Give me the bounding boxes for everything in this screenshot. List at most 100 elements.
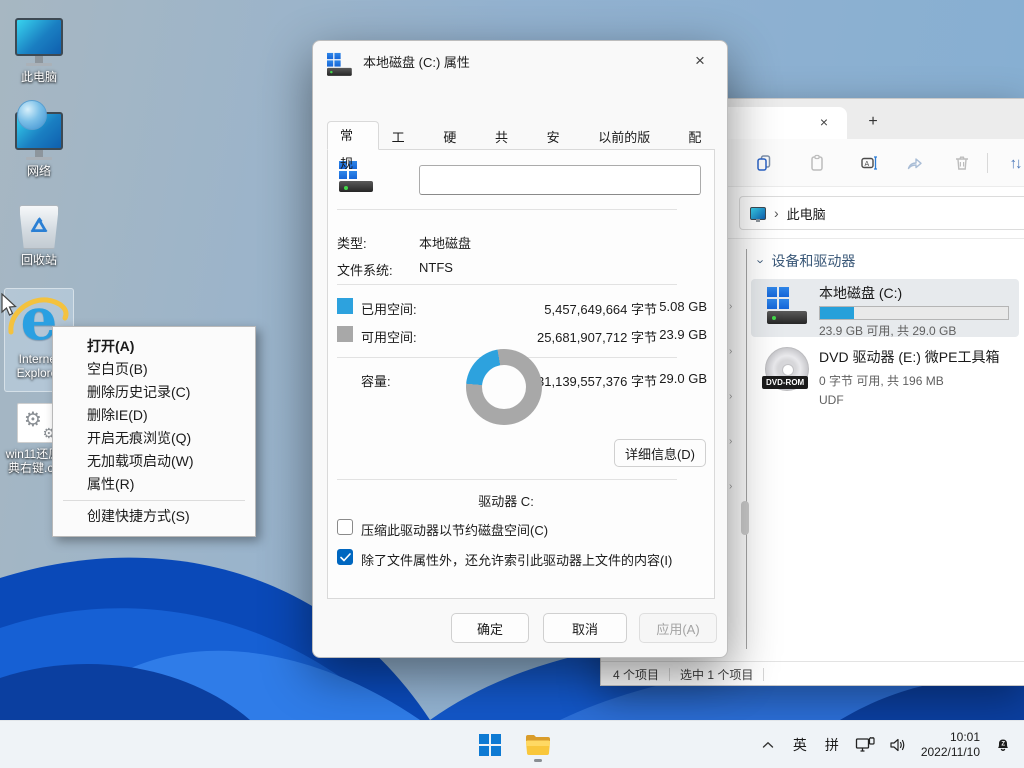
tree-expand-icon[interactable]: ›	[729, 301, 732, 312]
menu-item-delete-history[interactable]: 删除历史记录(C)	[53, 381, 255, 404]
index-checkbox[interactable]	[337, 549, 353, 565]
mouse-cursor	[0, 293, 18, 319]
breadcrumb[interactable]: 此电脑	[787, 204, 826, 223]
dvd-rom-badge: DVD-ROM	[762, 376, 808, 389]
desktop-icon-network[interactable]: 网络	[0, 112, 78, 178]
delete-icon	[952, 153, 972, 173]
menu-item-delete-ie[interactable]: 删除IE(D)	[53, 404, 255, 427]
tab-previous-versions[interactable]: 以前的版本	[585, 124, 675, 150]
tree-expand-icon[interactable]: ›	[729, 346, 732, 357]
sort-button[interactable]: ↑↓	[997, 145, 1024, 181]
dialog-title: 本地磁盘 (C:) 属性	[363, 52, 685, 71]
capacity-bar	[819, 306, 1009, 320]
used-space-bytes: 5,457,649,664 字节	[507, 299, 657, 318]
paste-icon	[807, 153, 827, 173]
filesystem-value: NTFS	[419, 260, 453, 275]
breadcrumb-chevron-icon: ›	[774, 205, 779, 221]
dialog-drive-icon	[327, 53, 343, 69]
dialog-titlebar[interactable]: 本地磁盘 (C:) 属性 ×	[313, 41, 727, 81]
windows-logo-icon	[479, 734, 501, 756]
share-button[interactable]	[896, 145, 932, 181]
desktop-icon-this-pc[interactable]: 此电脑	[0, 18, 78, 84]
used-space-size: 5.08 GB	[647, 299, 707, 314]
volume-label-input[interactable]	[419, 165, 701, 195]
check-icon	[340, 553, 351, 562]
separator	[337, 209, 677, 210]
free-space-bytes: 25,681,907,712 字节	[507, 327, 657, 346]
details-button[interactable]: 详细信息(D)	[614, 439, 706, 467]
dvd-drive-item[interactable]: DVD-ROM DVD 驱动器 (E:) 微PE工具箱 0 字节 可用, 共 1…	[751, 345, 1019, 407]
tab-general[interactable]: 常规	[327, 121, 379, 150]
tab-hardware[interactable]: 硬件	[430, 124, 482, 150]
nav-scrollbar[interactable]	[746, 249, 747, 649]
address-bar[interactable]: › 此电脑	[739, 196, 1024, 230]
collapse-chevron-icon[interactable]: ›	[754, 259, 769, 263]
this-pc-mini-icon	[750, 207, 766, 220]
language-indicator[interactable]: 英	[787, 725, 813, 765]
taskbar-explorer-button[interactable]	[518, 725, 558, 765]
apply-button[interactable]: 应用(A)	[639, 613, 717, 643]
notification-button[interactable]: Z	[990, 725, 1016, 765]
share-icon	[904, 153, 924, 173]
cancel-button[interactable]: 取消	[543, 613, 627, 643]
menu-item-create-shortcut[interactable]: 创建快捷方式(S)	[53, 505, 255, 528]
menu-item-properties[interactable]: 属性(R)	[53, 473, 255, 496]
tab-sharing[interactable]: 共享	[482, 124, 534, 150]
network-button[interactable]	[851, 725, 879, 765]
tree-expand-icon[interactable]: ›	[729, 391, 732, 402]
nav-scrollbar-thumb[interactable]	[741, 501, 749, 535]
type-value: 本地磁盘	[419, 233, 471, 252]
tray-chevron-button[interactable]	[755, 725, 781, 765]
delete-button[interactable]	[944, 145, 980, 181]
tab-close-icon[interactable]: ×	[815, 114, 833, 132]
compress-checkbox[interactable]	[337, 519, 353, 535]
menu-item-blank-page[interactable]: 空白页(B)	[53, 358, 255, 381]
used-space-swatch	[337, 298, 353, 314]
rename-icon: A	[859, 153, 879, 173]
tree-expand-icon[interactable]: ›	[729, 481, 732, 492]
desktop-icon-label: 此电脑	[0, 70, 78, 84]
copy-button[interactable]	[746, 145, 782, 181]
ethernet-icon	[855, 737, 875, 753]
start-button[interactable]	[470, 725, 510, 765]
tab-security[interactable]: 安全	[534, 124, 586, 150]
capacity-label: 容量:	[361, 371, 391, 390]
desktop-icon-label: 网络	[0, 164, 78, 178]
chevron-up-icon	[762, 741, 774, 749]
item-count: 4 个项目	[613, 666, 659, 683]
index-checkbox-label[interactable]: 除了文件属性外，还允许索引此驱动器上文件的内容(I)	[361, 550, 672, 569]
svg-text:Z: Z	[1001, 742, 1005, 748]
free-space-swatch	[337, 326, 353, 342]
status-divider	[669, 668, 670, 681]
status-bar: 4 个项目 选中 1 个项目	[601, 661, 1024, 686]
dialog-tabs: 常规 工具 硬件 共享 安全 以前的版本 配额	[327, 121, 727, 150]
clock[interactable]: 10:01 2022/11/10	[917, 730, 984, 760]
speaker-icon	[889, 737, 907, 753]
bell-dnd-icon: Z	[994, 736, 1012, 754]
ok-button[interactable]: 确定	[451, 613, 529, 643]
drive-c-item[interactable]: 本地磁盘 (C:) 23.9 GB 可用, 共 29.0 GB	[751, 279, 1019, 337]
menu-item-open[interactable]: 打开(A)	[53, 335, 255, 358]
menu-item-inprivate[interactable]: 开启无痕浏览(Q)	[53, 427, 255, 450]
tab-quota[interactable]: 配额	[675, 124, 727, 150]
capacity-donut	[466, 349, 542, 425]
group-header[interactable]: › 设备和驱动器	[759, 251, 855, 271]
desktop-icon-label: 回收站	[0, 253, 78, 267]
taskbar: 英 拼 10:01 2022/11/10	[0, 720, 1024, 768]
tree-expand-icon[interactable]: ›	[729, 436, 732, 447]
tab-tools[interactable]: 工具	[379, 124, 431, 150]
drive-name: 本地磁盘 (C:)	[819, 283, 1009, 303]
menu-item-no-addons[interactable]: 无加载项启动(W)	[53, 450, 255, 473]
dialog-close-icon[interactable]: ×	[685, 48, 715, 74]
volume-button[interactable]	[885, 725, 911, 765]
ime-mode-indicator[interactable]: 拼	[819, 725, 845, 765]
used-space-label: 已用空间:	[361, 299, 417, 318]
compress-checkbox-label[interactable]: 压缩此驱动器以节约磁盘空间(C)	[361, 520, 548, 539]
desktop-icon-recycle-bin[interactable]: 回收站	[0, 205, 78, 267]
paste-button[interactable]	[799, 145, 835, 181]
rename-button[interactable]: A	[851, 145, 887, 181]
type-label: 类型:	[337, 233, 367, 252]
status-divider	[763, 668, 764, 681]
capacity-size: 29.0 GB	[647, 371, 707, 386]
new-tab-button[interactable]: +	[861, 111, 885, 135]
